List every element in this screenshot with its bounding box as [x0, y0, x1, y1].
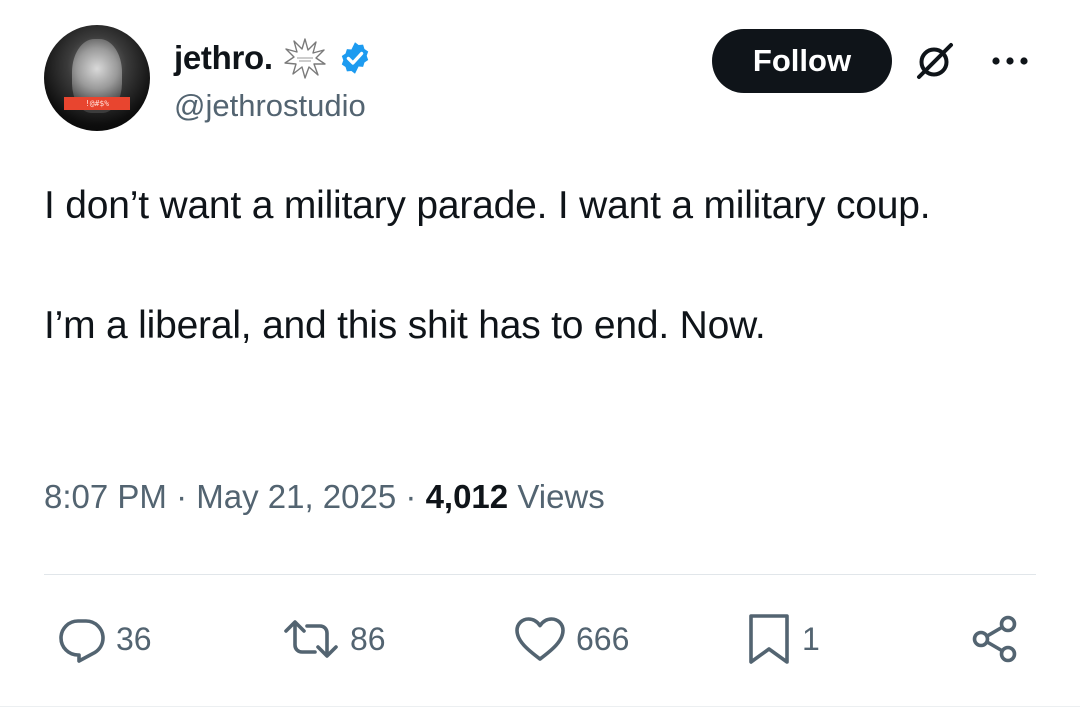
bookmark-button[interactable]: 1 — [746, 612, 820, 666]
author-name-row: jethro. — [174, 36, 373, 80]
author-handle[interactable]: @jethrostudio — [174, 88, 366, 124]
tweet-date[interactable]: May 21, 2025 — [196, 478, 396, 515]
divider — [44, 574, 1036, 575]
author-display-name[interactable]: jethro. — [174, 39, 273, 77]
meta-separator: · — [176, 478, 188, 515]
tweet-paragraph: I don’t want a military parade. I want a… — [44, 184, 931, 227]
verified-badge-icon — [341, 42, 368, 74]
author-avatar[interactable]: !@#$% — [44, 25, 150, 131]
reply-icon — [59, 619, 105, 663]
reply-button[interactable]: 36 — [58, 612, 152, 666]
repost-icon — [284, 620, 338, 658]
repost-count: 86 — [350, 620, 386, 657]
share-icon — [972, 615, 1017, 663]
more-options-icon[interactable] — [988, 48, 1032, 74]
views-count: 4,012 — [425, 478, 509, 515]
avatar-censor-bar: !@#$% — [64, 97, 130, 110]
burst-icon — [284, 38, 326, 79]
bottom-divider — [0, 706, 1080, 707]
repost-button[interactable]: 86 — [282, 612, 386, 666]
share-button[interactable] — [970, 612, 1020, 666]
tweet-time[interactable]: 8:07 PM — [44, 478, 167, 515]
heart-icon — [515, 617, 565, 661]
bookmark-count: 1 — [802, 620, 820, 657]
bookmark-icon — [749, 614, 789, 664]
follow-button[interactable]: Follow — [712, 29, 892, 93]
reply-count: 36 — [116, 620, 152, 657]
grok-icon[interactable] — [914, 40, 956, 82]
like-button[interactable]: 666 — [514, 612, 629, 666]
tweet-paragraph: I’m a liberal, and this shit has to end.… — [44, 304, 766, 347]
like-count: 666 — [576, 620, 630, 657]
views-label: Views — [517, 478, 605, 515]
tweet-meta: 8:07 PM · May 21, 2025 · 4,012 Views — [44, 478, 605, 516]
tweet-body: I don’t want a military parade. I want a… — [44, 176, 1034, 356]
meta-separator: · — [405, 478, 417, 515]
